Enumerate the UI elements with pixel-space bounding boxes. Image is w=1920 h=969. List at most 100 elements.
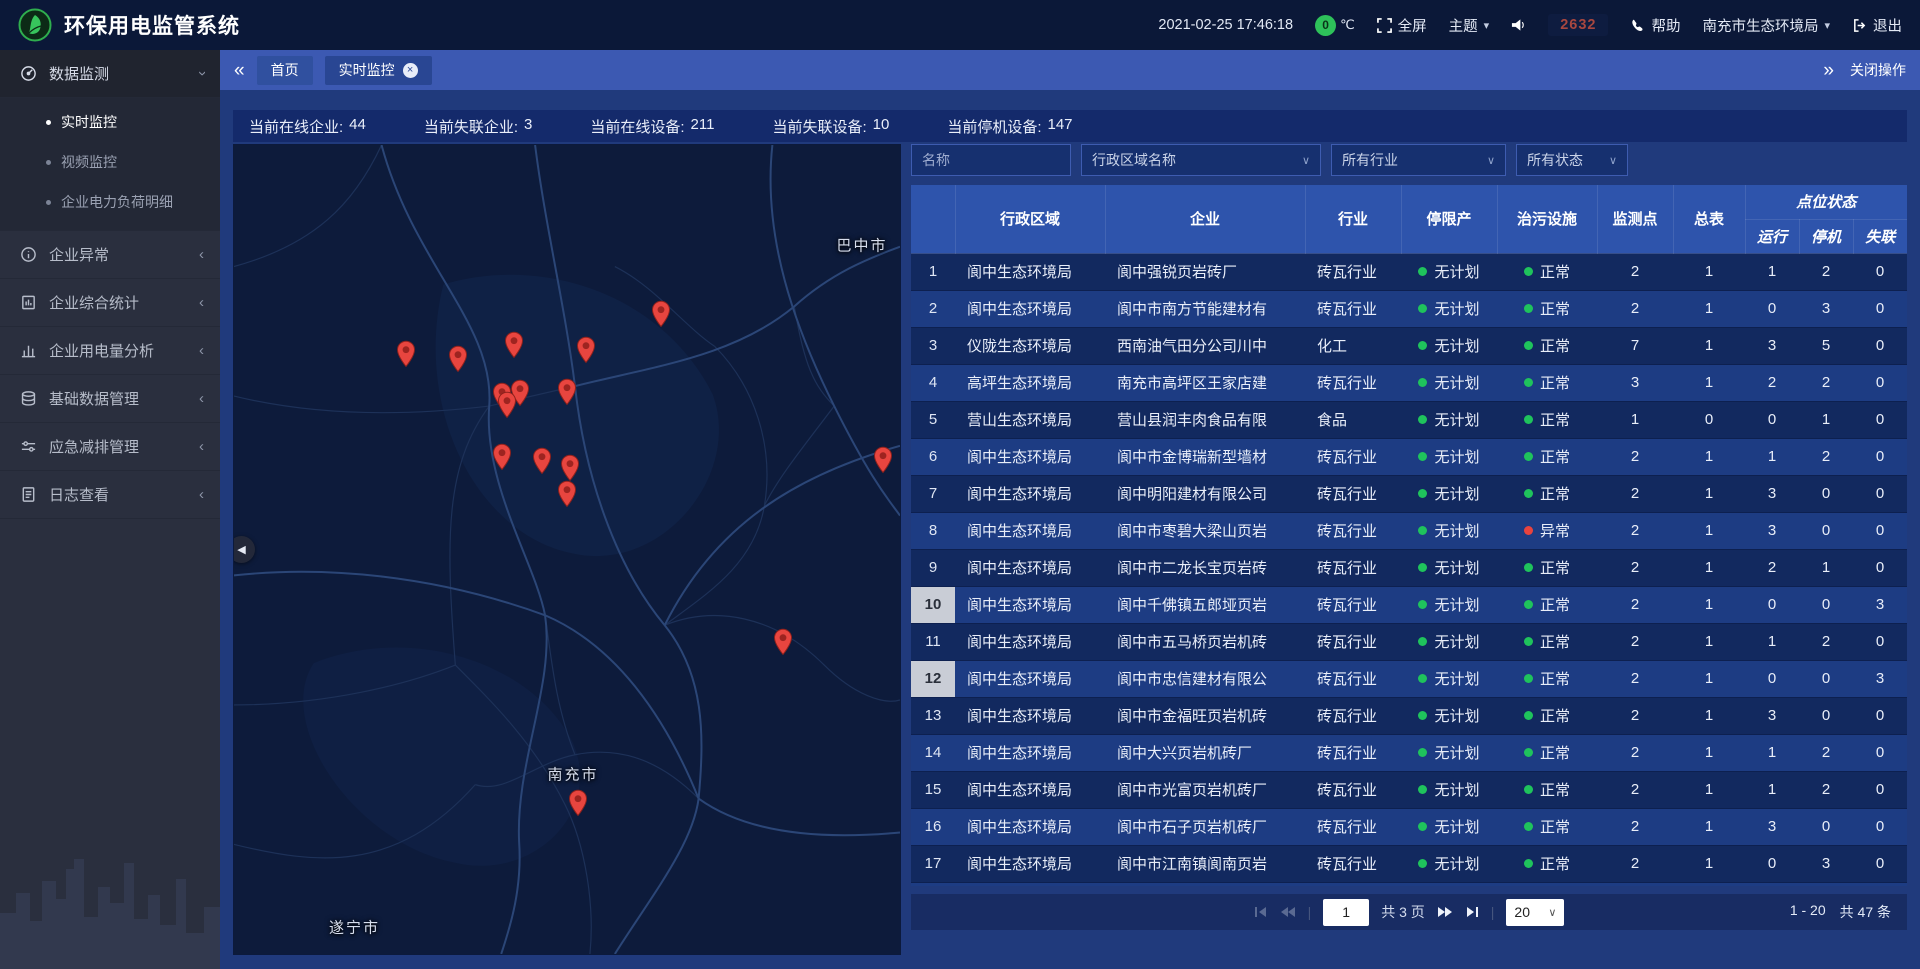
region-filter-select[interactable]: 行政区域名称 ∨ [1081,144,1321,176]
tab-realtime-monitoring[interactable]: 实时监控 × [325,56,432,85]
database-icon [20,390,37,407]
help-label: 帮助 [1651,15,1680,36]
sidebar-item-power-load-detail[interactable]: 企业电力负荷明细 [0,182,220,222]
stat-label: 当前停机设备: [947,116,1041,137]
col-header-running: 运行 [1745,219,1799,253]
status-filter-select[interactable]: 所有状态 ∨ [1516,144,1628,176]
theme-label: 主题 [1449,15,1478,36]
sidebar-item-label: 数据监测 [49,63,187,84]
table-row[interactable]: 15阆中生态环境局阆中市光富页岩机砖厂砖瓦行业无计划正常21120 [911,771,1907,808]
tab-close-icon[interactable]: × [403,63,418,78]
row-points: 2 [1597,623,1673,660]
chevron-left-icon: ‹ [199,438,204,455]
sidebar-item-video-monitoring[interactable]: 视频监控 [0,142,220,182]
sidebar-item-enterprise-statistics[interactable]: 企业综合统计 ‹ [0,279,220,327]
row-seq: 13 [911,697,955,734]
status-dot-green [1524,452,1533,461]
row-enterprise: 阆中大兴页岩机砖厂 [1105,734,1305,771]
next-page-icon [1437,906,1453,918]
divider: | [1308,904,1312,920]
row-stopped: 2 [1799,623,1853,660]
table-row[interactable]: 2阆中生态环境局阆中市南方节能建材有砖瓦行业无计划正常21030 [911,290,1907,327]
row-enterprise: 阆中市二龙长宝页岩砖 [1105,549,1305,586]
table-row[interactable]: 4高坪生态环境局南充市高坪区王家店建砖瓦行业无计划正常31220 [911,364,1907,401]
row-seq: 8 [911,512,955,549]
table-row[interactable]: 8阆中生态环境局阆中市枣碧大梁山页岩砖瓦行业无计划异常21300 [911,512,1907,549]
fullscreen-button[interactable]: 全屏 [1377,15,1427,36]
stat-value: 44 [349,116,366,137]
tabs-scroll-left-icon[interactable]: « [234,61,245,80]
prev-page-button[interactable] [1280,906,1296,918]
table-row[interactable]: 10阆中生态环境局阆中千佛镇五郎垭页岩砖瓦行业无计划正常21003 [911,586,1907,623]
row-facility: 正常 [1497,845,1597,882]
status-dot-green [1418,785,1427,794]
range-label: 1 - 20 [1790,902,1826,922]
sidebar-item-power-analysis[interactable]: 企业用电量分析 ‹ [0,327,220,375]
close-operations-button[interactable]: 关闭操作 [1850,60,1906,80]
status-text: 正常 [1540,816,1570,837]
row-industry: 砖瓦行业 [1305,549,1401,586]
row-seq: 1 [911,253,955,290]
sidebar-item-log-view[interactable]: 日志查看 ‹ [0,471,220,519]
row-offline: 0 [1853,290,1907,327]
org-dropdown[interactable]: 南充市生态环境局 ▾ [1702,15,1830,36]
name-filter-input[interactable] [911,144,1071,176]
alarm-count-badge[interactable]: 2632 [1548,14,1608,36]
row-stopped: 2 [1799,771,1853,808]
table-row[interactable]: 5营山生态环境局营山县润丰肉食品有限食品无计划正常10010 [911,401,1907,438]
row-region: 阆中生态环境局 [955,475,1105,512]
theme-dropdown[interactable]: 主题 ▾ [1449,15,1490,36]
sidebar-item-realtime-monitoring[interactable]: 实时监控 [0,102,220,142]
row-offline: 0 [1853,845,1907,882]
sidebar-item-emergency-reduction[interactable]: 应急减排管理 ‹ [0,423,220,471]
map-panel[interactable]: 巴中市南充市遂宁市 ◀ [233,144,901,955]
stat-item: 当前在线企业:44 [249,116,366,137]
row-restriction: 无计划 [1401,660,1497,697]
enterprise-table-container[interactable]: 行政区域 企业 行业 停限产 治污设施 监测点 总表 点位状态 [911,185,1907,886]
row-stopped: 0 [1799,512,1853,549]
tab-home[interactable]: 首页 [257,56,313,85]
sidebar-submenu: 实时监控 视频监控 企业电力负荷明细 [0,98,220,231]
sidebar-item-data-monitoring[interactable]: 数据监测 ‹ [0,50,220,98]
last-page-button[interactable] [1465,906,1479,918]
page-number-input[interactable] [1323,899,1369,926]
table-row[interactable]: 12阆中生态环境局阆中市忠信建材有限公砖瓦行业无计划正常21003 [911,660,1907,697]
table-row[interactable]: 13阆中生态环境局阆中市金福旺页岩机砖砖瓦行业无计划正常21300 [911,697,1907,734]
table-row[interactable]: 16阆中生态环境局阆中市石子页岩机砖厂砖瓦行业无计划正常21300 [911,808,1907,845]
skyline-decoration [0,829,220,969]
industry-filter-select[interactable]: 所有行业 ∨ [1331,144,1506,176]
table-row[interactable]: 11阆中生态环境局阆中市五马桥页岩机砖砖瓦行业无计划正常21120 [911,623,1907,660]
sidebar-item-enterprise-anomaly[interactable]: 企业异常 ‹ [0,231,220,279]
next-page-button[interactable] [1437,906,1453,918]
table-row[interactable]: 6阆中生态环境局阆中市金博瑞新型墙材砖瓦行业无计划正常21120 [911,438,1907,475]
alarm-horn-button[interactable] [1511,18,1526,32]
stat-item: 当前失联企业:3 [424,116,533,137]
table-row[interactable]: 17阆中生态环境局阆中市江南镇阆南页岩砖瓦行业无计划正常21030 [911,845,1907,882]
tabs-scroll-right-icon[interactable]: » [1823,61,1834,80]
row-running: 2 [1745,549,1799,586]
row-running: 3 [1745,512,1799,549]
table-row[interactable]: 7阆中生态环境局阆中明阳建材有限公司砖瓦行业无计划正常21300 [911,475,1907,512]
first-page-button[interactable] [1254,906,1268,918]
stat-label: 当前在线设备: [590,116,684,137]
help-button[interactable]: 帮助 [1630,15,1680,36]
row-running: 0 [1745,845,1799,882]
table-row[interactable]: 1阆中生态环境局阆中强锐页岩砖厂砖瓦行业无计划正常21120 [911,253,1907,290]
table-row[interactable]: 14阆中生态环境局阆中大兴页岩机砖厂砖瓦行业无计划正常21120 [911,734,1907,771]
sidebar-item-base-data[interactable]: 基础数据管理 ‹ [0,375,220,423]
logout-icon [1852,18,1867,33]
row-stopped: 0 [1799,586,1853,623]
status-dot-green [1418,267,1427,276]
row-running: 0 [1745,660,1799,697]
bullet-icon [46,120,51,125]
table-row[interactable]: 3仪陇生态环境局西南油气田分公司川中化工无计划正常71350 [911,327,1907,364]
row-offline: 3 [1853,586,1907,623]
temperature-badge: 0 [1315,15,1336,36]
page-size-select[interactable]: 20 ∨ [1506,899,1564,926]
logout-button[interactable]: 退出 [1852,15,1902,36]
table-row[interactable]: 18南部生态环境局南部县升华水泥有限公建材无计划正常21120 [911,882,1907,886]
status-dot-green [1418,341,1427,350]
row-offline: 0 [1853,697,1907,734]
table-row[interactable]: 9阆中生态环境局阆中市二龙长宝页岩砖砖瓦行业无计划正常21210 [911,549,1907,586]
status-dot-green [1524,341,1533,350]
